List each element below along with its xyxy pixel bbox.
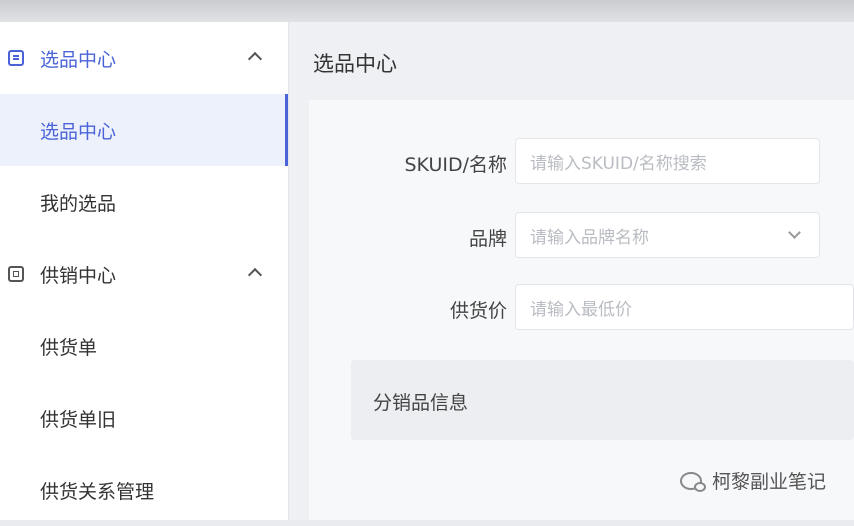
form-row-price: 供货价 请输入最低价 [309, 284, 854, 332]
wechat-icon [679, 471, 706, 492]
main-content: 选品中心 SKUID/名称 请输入SKUID/名称搜索 品牌 请输入品牌名称 供… [289, 22, 854, 520]
sidebar-item-my-selection[interactable]: 我的选品 [0, 166, 288, 238]
sku-label: SKUID/名称 [404, 154, 507, 176]
form-row-sku: SKUID/名称 请输入SKUID/名称搜索 [309, 138, 854, 186]
watermark: 柯黎副业笔记 [679, 467, 826, 494]
supply-icon [8, 266, 24, 282]
sidebar-group-label: 供销中心 [40, 264, 117, 287]
sidebar-item-supply-order[interactable]: 供货单 [0, 310, 288, 382]
page-title: 选品中心 [313, 52, 397, 76]
form-row-brand: 品牌 请输入品牌名称 [309, 212, 854, 260]
distribution-info-section: 分销品信息 [351, 360, 854, 440]
watermark-text: 柯黎副业笔记 [711, 471, 826, 493]
chevron-down-icon [788, 226, 801, 239]
brand-label: 品牌 [468, 228, 507, 250]
filter-card: SKUID/名称 请输入SKUID/名称搜索 品牌 请输入品牌名称 供货价 请输… [309, 100, 854, 520]
sidebar-group-label: 选品中心 [40, 48, 117, 71]
brand-placeholder: 请输入品牌名称 [530, 227, 649, 248]
section-title: 分销品信息 [373, 392, 469, 414]
sku-search-input[interactable]: 请输入SKUID/名称搜索 [515, 138, 820, 184]
sidebar-item-supply-relation[interactable]: 供货关系管理 [0, 454, 288, 526]
sidebar-item-selection-center[interactable]: 选品中心 [0, 94, 288, 166]
min-price-input[interactable]: 请输入最低价 [515, 284, 854, 330]
sidebar-group-supply-center[interactable]: 供销中心 [0, 238, 288, 310]
list-icon [8, 50, 24, 66]
sidebar-group-selection-center[interactable]: 选品中心 [0, 22, 288, 94]
price-label: 供货价 [449, 300, 507, 322]
chevron-up-icon[interactable] [247, 267, 263, 283]
chevron-up-icon[interactable] [247, 51, 263, 67]
brand-select[interactable]: 请输入品牌名称 [515, 212, 820, 258]
sidebar: 选品中心 选品中心 我的选品 供销中心 供货单 供货单旧 供货关系管理 [0, 22, 289, 520]
window-top-bar [0, 0, 854, 22]
sidebar-item-supply-order-old[interactable]: 供货单旧 [0, 382, 288, 454]
